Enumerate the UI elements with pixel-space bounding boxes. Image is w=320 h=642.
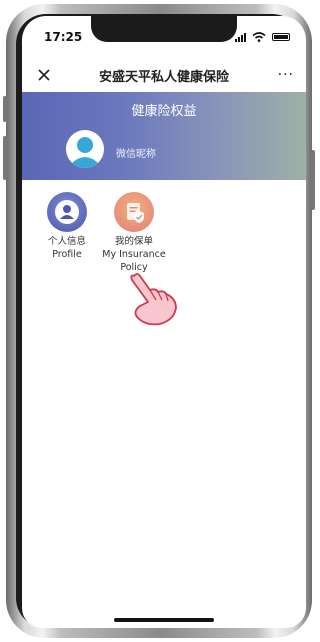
nav-bar: 安盛天平私人健康保险 ··· xyxy=(22,58,306,92)
side-button xyxy=(3,96,7,122)
battery-icon xyxy=(272,33,290,41)
person-icon xyxy=(47,192,87,232)
more-icon[interactable]: ··· xyxy=(278,68,294,82)
user-nickname: 微信昵称 xyxy=(116,149,156,160)
signal-icon xyxy=(235,32,246,42)
document-shield-icon xyxy=(114,192,154,232)
banner-title: 健康险权益 xyxy=(131,104,197,119)
menu-label-cn: 我的保单 xyxy=(114,236,153,247)
avatar-person-icon xyxy=(66,130,104,168)
side-button xyxy=(3,136,7,180)
home-indicator xyxy=(114,618,214,622)
phone-screen: 17:25 安盛天平私人健康保险 ··· 健康险权益 微信昵称 个人信息 Pro… xyxy=(22,16,306,628)
status-icons xyxy=(235,32,290,42)
header-banner: 健康险权益 微信昵称 xyxy=(22,92,306,180)
phone-notch xyxy=(91,16,237,42)
status-time: 17:25 xyxy=(44,30,83,44)
page-title: 安盛天平私人健康保险 xyxy=(98,69,229,85)
side-button xyxy=(311,150,315,210)
hand-pointer-icon xyxy=(130,273,177,326)
menu-item-my-policy[interactable]: 我的保单 My Insurance Policy xyxy=(94,192,174,274)
close-icon[interactable] xyxy=(36,67,52,83)
avatar[interactable] xyxy=(66,130,104,168)
wifi-icon xyxy=(252,32,266,42)
